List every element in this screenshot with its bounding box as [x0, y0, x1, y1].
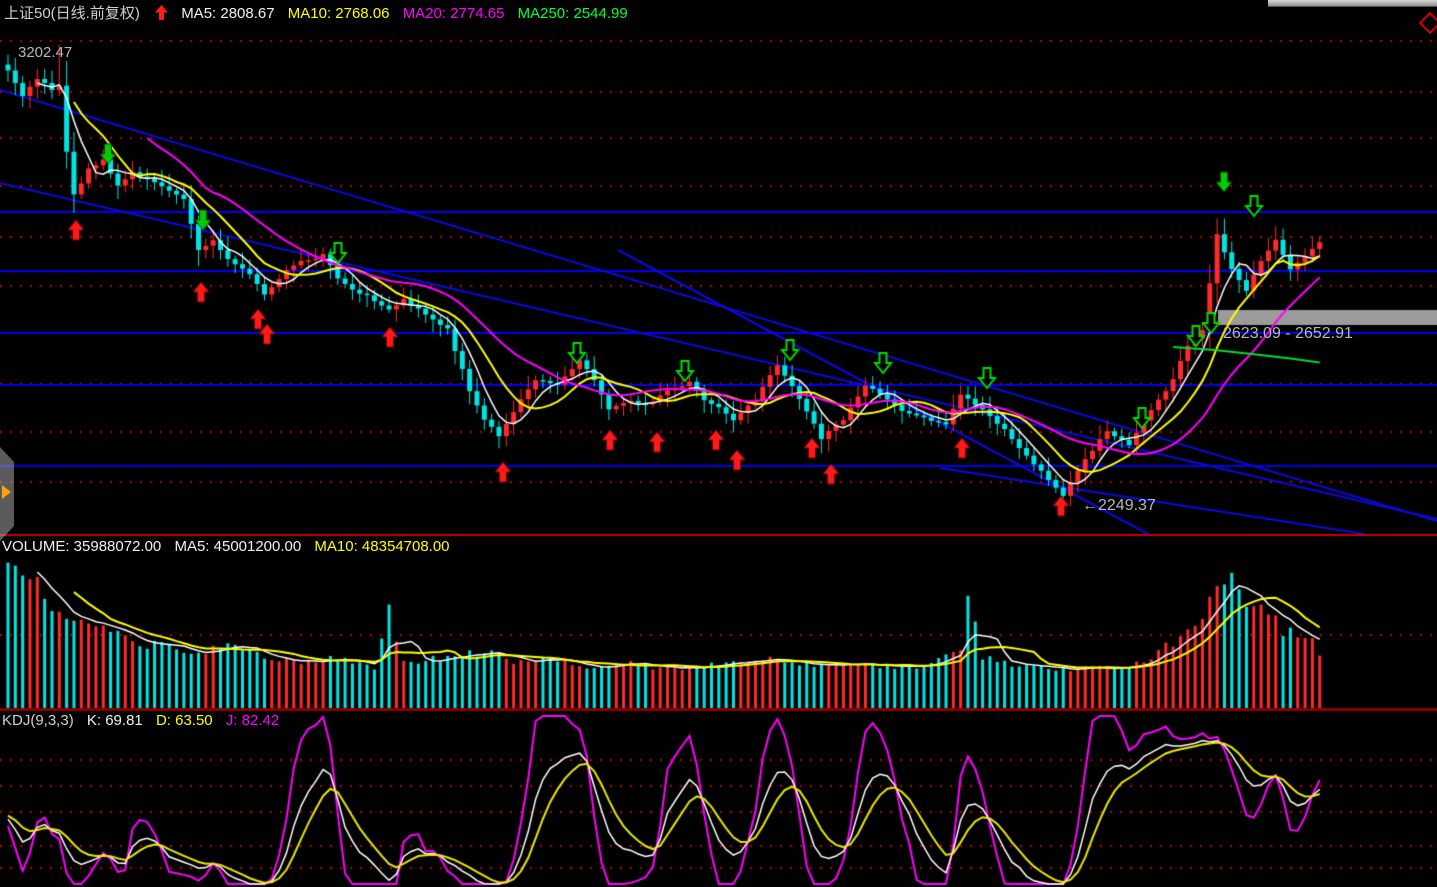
red-up-arrow-icon	[155, 5, 168, 24]
volume-pane-header: VOLUME: 35988072.00 MA5: 45001200.00 MA1…	[2, 538, 459, 555]
volume-ma5-readout: MA5: 45001200.00	[174, 538, 301, 555]
volume-readout: VOLUME: 35988072.00	[2, 538, 161, 555]
trading-terminal-screen: 上证50(日线.前复权) MA5: 2808.67 MA10: 2768.06 …	[0, 0, 1437, 887]
instrument-title: 上证50(日线.前复权)	[4, 5, 140, 22]
main-pane-header: 上证50(日线.前复权) MA5: 2808.67 MA10: 2768.06 …	[4, 2, 637, 24]
ma5-readout: MA5: 2808.67	[181, 5, 274, 22]
kdj-pane-header: KDJ(9,3,3) K: 69.81 D: 63.50 J: 82.42	[2, 712, 288, 729]
ma250-readout: MA250: 2544.99	[518, 5, 628, 22]
volume-ma10-readout: MA10: 48354708.00	[314, 538, 449, 555]
kdj-params-label: KDJ(9,3,3)	[2, 712, 74, 729]
kdj-d-readout: D: 63.50	[156, 712, 213, 729]
expand-right-triangle-icon	[2, 485, 11, 499]
ma10-readout: MA10: 2768.06	[288, 5, 390, 22]
chart-canvas[interactable]	[0, 0, 1437, 887]
ma20-readout: MA20: 2774.65	[403, 5, 505, 22]
scrollbar-thumb-fragment[interactable]	[1268, 0, 1437, 7]
price-band-label: 2623.09 - 2652.91	[1223, 325, 1353, 343]
trough-price-label: ←2249.37	[1082, 497, 1156, 515]
peak-price-label: 3202.47	[18, 44, 72, 61]
sidebar-expander-handle[interactable]	[0, 447, 14, 541]
kdj-j-readout: J: 82.42	[226, 712, 279, 729]
kdj-k-readout: K: 69.81	[87, 712, 143, 729]
